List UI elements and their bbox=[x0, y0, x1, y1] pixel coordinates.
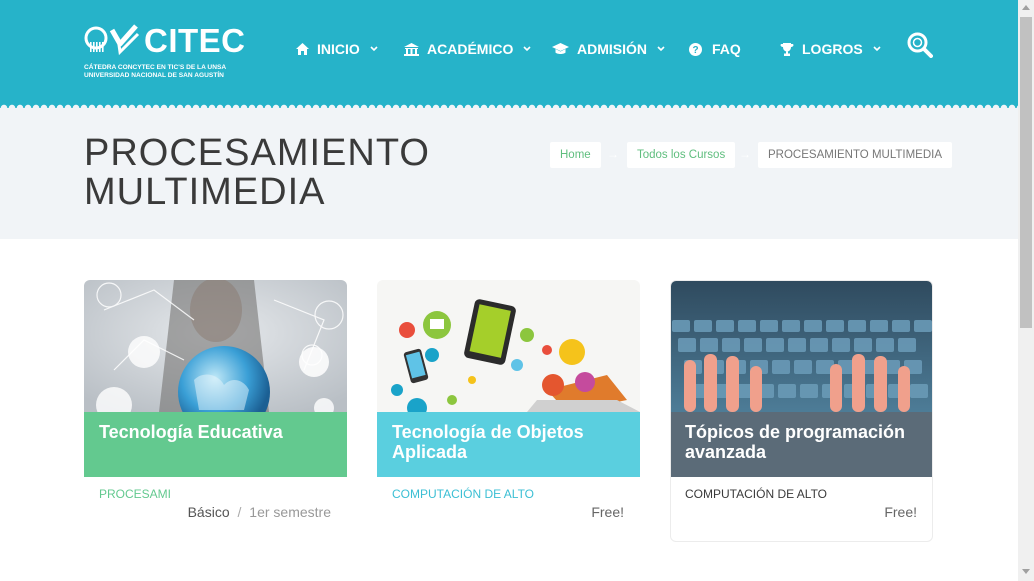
course-title-band: Tecnología de Objetos Aplicada bbox=[377, 412, 640, 477]
course-term: 1er semestre bbox=[249, 504, 331, 520]
course-category[interactable]: COMPUTACIÓN DE ALTO bbox=[685, 487, 827, 501]
brand-subtitle-1: CÁTEDRA CONCYTEC EN TIC'S DE LA UNSA bbox=[84, 64, 227, 71]
arrow-right-icon: → bbox=[607, 147, 619, 161]
breadcrumb-current-label: PROCESAMIENTO MULTIMEDIA bbox=[768, 149, 943, 161]
course-title-band: Tecnología Educativa bbox=[84, 412, 347, 477]
course-price: Free! bbox=[591, 504, 624, 520]
nav-item-inicio[interactable]: INICIO bbox=[296, 40, 378, 58]
logo-mark-icon bbox=[84, 24, 140, 56]
meta-separator: / bbox=[237, 504, 242, 520]
nav-label-admision: ADMISIÓN bbox=[577, 41, 647, 57]
course-image bbox=[377, 280, 640, 412]
breadcrumb-all-courses-label: Todos los Cursos bbox=[637, 149, 726, 161]
search-button[interactable] bbox=[907, 32, 933, 58]
header-scalloped-edge bbox=[0, 100, 1018, 108]
nav-label-academico: ACADÉMICO bbox=[427, 41, 514, 57]
nav-item-faq[interactable]: ? FAQ bbox=[689, 40, 741, 58]
course-price: Free! bbox=[884, 504, 917, 520]
chevron-down-icon bbox=[370, 46, 378, 52]
nav-label-inicio: INICIO bbox=[317, 41, 360, 57]
course-image bbox=[671, 281, 932, 412]
nav-label-logros: LOGROS bbox=[802, 41, 863, 57]
nav-item-academico[interactable]: ACADÉMICO bbox=[404, 40, 531, 58]
page-title: PROCESAMIENTO MULTIMEDIA bbox=[84, 132, 430, 213]
course-card-topicos-programacion[interactable]: Tópicos de programación avanzada COMPUTA… bbox=[670, 280, 933, 542]
search-icon bbox=[907, 32, 933, 58]
course-title[interactable]: Tecnología Educativa bbox=[99, 422, 332, 442]
scroll-up-arrow-icon[interactable] bbox=[1022, 4, 1030, 12]
svg-text:?: ? bbox=[692, 45, 698, 56]
bank-icon bbox=[404, 42, 419, 56]
site-logo[interactable]: CITEC CÁTEDRA CONCYTEC EN TIC'S DE LA UN… bbox=[84, 22, 246, 82]
chevron-down-icon bbox=[873, 46, 881, 52]
home-icon bbox=[296, 43, 309, 55]
graduation-cap-icon bbox=[552, 43, 569, 54]
course-card-tecnologia-educativa[interactable]: Tecnología Educativa PROCESAMI Básico / … bbox=[84, 280, 347, 542]
nav-item-logros[interactable]: LOGROS bbox=[780, 40, 881, 58]
course-category[interactable]: COMPUTACIÓN DE ALTO bbox=[392, 487, 534, 501]
brand-name: CITEC bbox=[144, 22, 246, 59]
arrow-right-icon: → bbox=[739, 147, 751, 161]
scroll-down-arrow-icon[interactable] bbox=[1022, 569, 1030, 577]
page-scrollbar[interactable] bbox=[1018, 0, 1034, 581]
chevron-down-icon bbox=[523, 46, 531, 52]
course-meta: Básico / 1er semestre bbox=[188, 504, 331, 520]
breadcrumb-home[interactable]: Home bbox=[550, 142, 601, 168]
nav-label-faq: FAQ bbox=[712, 41, 741, 57]
chevron-down-icon bbox=[657, 46, 665, 52]
course-level: Básico bbox=[187, 504, 230, 520]
breadcrumb-home-label: Home bbox=[560, 149, 591, 161]
course-title[interactable]: Tópicos de programación avanzada bbox=[685, 422, 918, 462]
course-card-tecnologia-objetos[interactable]: Tecnología de Objetos Aplicada COMPUTACI… bbox=[377, 280, 640, 542]
breadcrumb-all-courses[interactable]: Todos los Cursos bbox=[627, 142, 736, 168]
brand-subtitle-2: UNIVERSIDAD NACIONAL DE SAN AGUSTÍN bbox=[84, 72, 224, 79]
course-image bbox=[84, 280, 347, 412]
question-circle-icon: ? bbox=[689, 42, 702, 56]
course-title[interactable]: Tecnología de Objetos Aplicada bbox=[392, 422, 625, 462]
scrollbar-thumb[interactable] bbox=[1020, 17, 1032, 328]
course-category[interactable]: PROCESAMI bbox=[99, 487, 171, 501]
trophy-icon bbox=[780, 42, 794, 56]
site-header: CITEC CÁTEDRA CONCYTEC EN TIC'S DE LA UN… bbox=[0, 0, 1018, 108]
course-title-band: Tópicos de programación avanzada bbox=[671, 412, 932, 477]
breadcrumb-current: PROCESAMIENTO MULTIMEDIA bbox=[758, 142, 953, 168]
nav-item-admision[interactable]: ADMISIÓN bbox=[552, 40, 665, 58]
